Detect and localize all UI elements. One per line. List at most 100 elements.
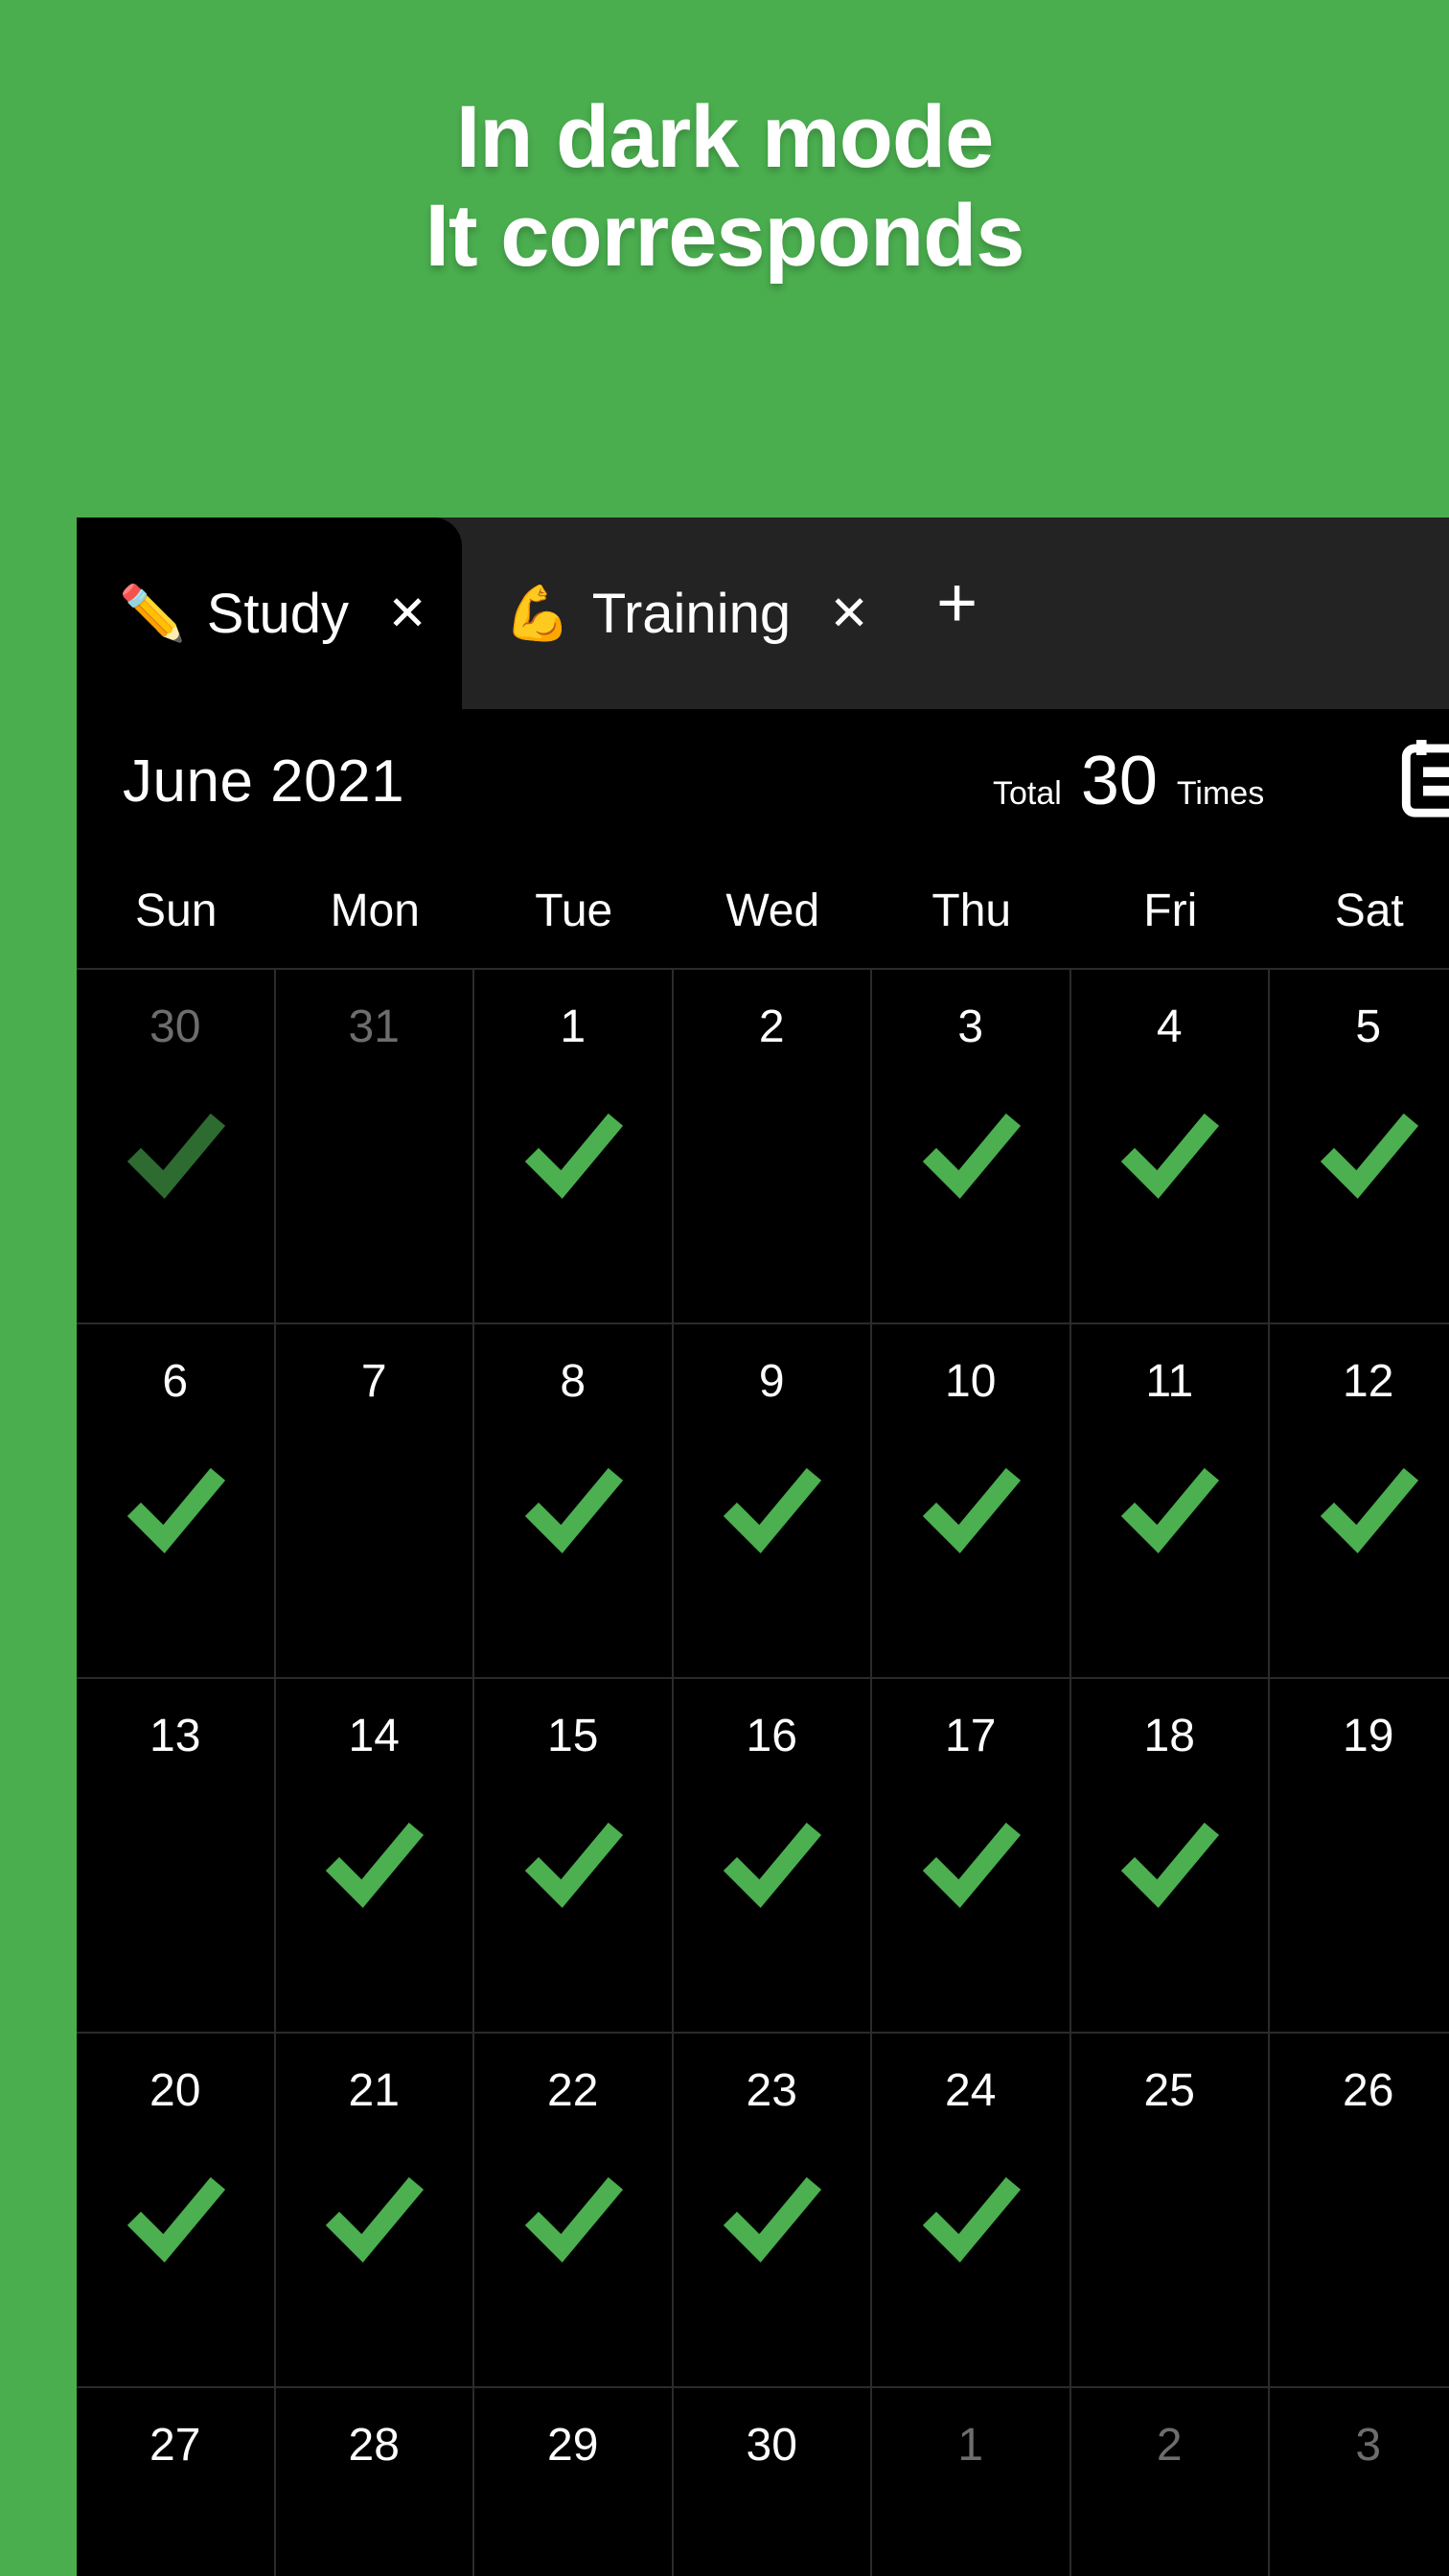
calendar-day-cell[interactable]: 27 (77, 2388, 276, 2576)
calendar-day-cell[interactable]: 7 (276, 1324, 474, 1677)
calendar-day-cell[interactable]: 30 (674, 2388, 872, 2576)
calendar-day-cell[interactable]: 6 (77, 1324, 276, 1677)
calendar-day-cell[interactable]: 23 (674, 2034, 872, 2386)
calendar-day-cell[interactable]: 8 (474, 1324, 674, 1677)
day-number: 4 (1156, 1001, 1183, 1052)
day-number: 31 (348, 1001, 400, 1052)
calendar-day-cell[interactable]: 3 (1270, 2388, 1449, 2576)
calendar-day-cell[interactable]: 9 (674, 1324, 872, 1677)
day-number: 11 (1145, 1356, 1194, 1407)
check-icon (922, 1113, 1021, 1199)
calendar-day-cell[interactable]: 5 (1270, 970, 1449, 1322)
day-number: 9 (758, 1356, 785, 1407)
check-icon (724, 1467, 822, 1553)
day-number: 10 (945, 1356, 997, 1407)
calendar-day-cell[interactable]: 1 (474, 970, 674, 1322)
check-icon (126, 1467, 225, 1553)
day-number: 30 (746, 2420, 797, 2471)
close-icon[interactable]: ✕ (387, 589, 427, 637)
day-number: 17 (945, 1711, 997, 1761)
day-number: 16 (746, 1711, 797, 1761)
calendar-day-cell[interactable]: 30 (77, 970, 276, 1322)
calendar-day-cell[interactable]: 31 (276, 970, 474, 1322)
weekday-thu: Thu (932, 885, 1012, 936)
weekday-sun: Sun (135, 885, 218, 936)
tab-emoji-icon: ✏️ (119, 583, 186, 643)
calendar-day-cell[interactable]: 19 (1270, 1679, 1449, 2032)
close-icon[interactable]: ✕ (829, 589, 869, 637)
check-icon (1320, 1467, 1418, 1553)
promo-headline: In dark mode It corresponds (0, 88, 1449, 286)
check-icon (724, 1822, 822, 1908)
day-number: 24 (945, 2065, 997, 2116)
calendar-day-cell[interactable]: 20 (77, 2034, 276, 2386)
calendar-week-row: 13 14 15 16 17 18 19 (77, 1679, 1449, 2034)
calendar-day-cell[interactable]: 12 (1270, 1324, 1449, 1677)
check-icon (524, 2176, 623, 2263)
check-icon (524, 1113, 623, 1199)
calendar-day-cell[interactable]: 24 (872, 2034, 1071, 2386)
day-number: 18 (1143, 1711, 1195, 1761)
day-number: 6 (162, 1356, 189, 1407)
calendar-day-cell[interactable]: 13 (77, 1679, 276, 2032)
calendar-day-cell[interactable]: 10 (872, 1324, 1071, 1677)
calendar-day-cell[interactable]: 1 (872, 2388, 1071, 2576)
calendar-week-row: 6 7 8 9 10 11 12 (77, 1324, 1449, 1679)
calendar-day-cell[interactable]: 22 (474, 2034, 674, 2386)
check-icon (922, 2176, 1021, 2263)
weekday-sat: Sat (1334, 885, 1404, 936)
day-number: 8 (560, 1356, 586, 1407)
day-number: 2 (758, 1001, 785, 1052)
day-number: 30 (150, 1001, 201, 1052)
day-number: 3 (1355, 2420, 1382, 2471)
month-title: June 2021 (123, 748, 405, 815)
tab-bar: ✏️ Study ✕ 💪 Training ✕ + (77, 518, 1449, 709)
check-icon (922, 1467, 1021, 1553)
total-label: Total (993, 775, 1062, 812)
check-icon (922, 1822, 1021, 1908)
calendar-day-cell[interactable]: 18 (1071, 1679, 1270, 2032)
check-icon (724, 2176, 822, 2263)
calendar-day-cell[interactable]: 28 (276, 2388, 474, 2576)
weekday-mon: Mon (330, 885, 420, 936)
calendar-day-cell[interactable]: 17 (872, 1679, 1071, 2032)
check-icon (524, 1467, 623, 1553)
day-number: 15 (547, 1711, 599, 1761)
app-screenshot: ✏️ Study ✕ 💪 Training ✕ + June 2021 Total 30 T… (77, 518, 1449, 2576)
month-header: June 2021 Total 30 Times (77, 709, 1449, 853)
calendar-day-cell[interactable]: 21 (276, 2034, 474, 2386)
calendar-day-cell[interactable]: 11 (1071, 1324, 1270, 1677)
day-number: 23 (746, 2065, 797, 2116)
calendar-day-cell[interactable]: 2 (1071, 2388, 1270, 2576)
weekday-header: Sun Mon Tue Wed Thu Fri Sat (77, 853, 1449, 968)
total-count: 30 (1080, 743, 1158, 819)
calendar-list-icon[interactable] (1401, 736, 1449, 818)
tab-training[interactable]: 💪 Training ✕ (462, 518, 904, 709)
check-icon (524, 1822, 623, 1908)
day-number: 22 (547, 2065, 599, 2116)
day-number: 7 (360, 1356, 387, 1407)
calendar-day-cell[interactable]: 25 (1071, 2034, 1270, 2386)
check-icon (126, 2176, 225, 2263)
calendar-day-cell[interactable]: 3 (872, 970, 1071, 1322)
calendar-week-row: 30 31 1 2 3 4 5 (77, 970, 1449, 1324)
calendar-day-cell[interactable]: 16 (674, 1679, 872, 2032)
day-number: 3 (957, 1001, 984, 1052)
day-number: 27 (150, 2420, 201, 2471)
day-number: 26 (1343, 2065, 1394, 2116)
total-unit: Times (1176, 775, 1265, 812)
calendar-day-cell[interactable]: 2 (674, 970, 872, 1322)
calendar-day-cell[interactable]: 15 (474, 1679, 674, 2032)
calendar-day-cell[interactable]: 26 (1270, 2034, 1449, 2386)
add-tab-button[interactable]: + (904, 567, 1010, 638)
check-icon (326, 2176, 425, 2263)
tab-label: Study (206, 582, 350, 645)
calendar-grid: 30 31 1 2 3 4 5 6 7 8 9 10 11 12 13 14 15 16 17 18 19 20 21 22 2… (77, 968, 1449, 2576)
calendar-day-cell[interactable]: 29 (474, 2388, 674, 2576)
tab-study[interactable]: ✏️ Study ✕ (77, 518, 462, 709)
calendar-day-cell[interactable]: 4 (1071, 970, 1270, 1322)
day-number: 12 (1343, 1356, 1394, 1407)
calendar-day-cell[interactable]: 14 (276, 1679, 474, 2032)
day-number: 2 (1156, 2420, 1183, 2471)
tab-label: Training (591, 582, 792, 645)
